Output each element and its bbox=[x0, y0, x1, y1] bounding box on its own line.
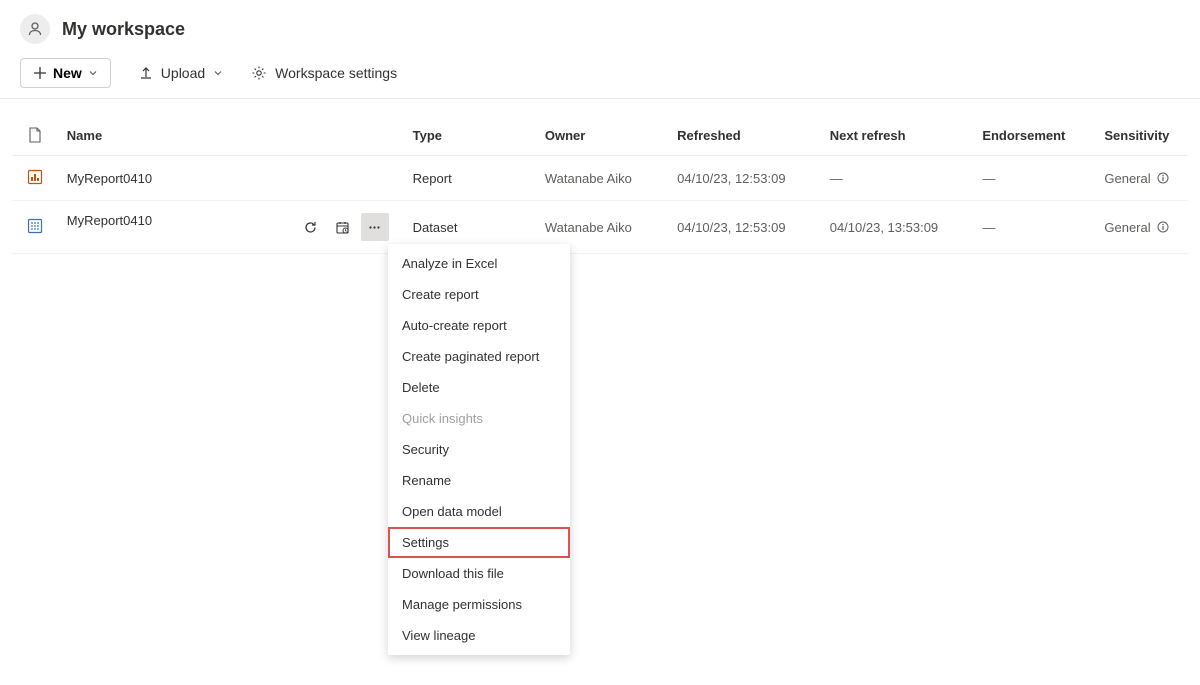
menu-create-report[interactable]: Create report bbox=[388, 279, 570, 310]
menu-analyze-in-excel[interactable]: Analyze in Excel bbox=[388, 248, 570, 279]
row-name[interactable]: MyReport0410 bbox=[59, 156, 405, 201]
workspace-settings-label: Workspace settings bbox=[275, 65, 397, 81]
new-button-label: New bbox=[53, 65, 82, 81]
col-type[interactable]: Type bbox=[405, 117, 537, 156]
menu-quick-insights: Quick insights bbox=[388, 403, 570, 434]
table-row[interactable]: MyReport0410 Report Watanabe Aiko 04/10/… bbox=[12, 156, 1188, 201]
menu-security[interactable]: Security bbox=[388, 434, 570, 465]
menu-rename[interactable]: Rename bbox=[388, 465, 570, 496]
row-name[interactable]: MyReport0410 bbox=[59, 201, 405, 254]
upload-button[interactable]: Upload bbox=[139, 65, 223, 81]
menu-settings[interactable]: Settings bbox=[388, 527, 570, 558]
info-icon[interactable] bbox=[1157, 221, 1169, 233]
col-next-refresh[interactable]: Next refresh bbox=[822, 117, 975, 156]
upload-icon bbox=[139, 66, 153, 80]
dataset-icon bbox=[26, 217, 44, 235]
refresh-now-button[interactable] bbox=[297, 213, 325, 241]
row-next-refresh: — bbox=[822, 156, 975, 201]
avatar bbox=[20, 14, 50, 44]
row-type: Report bbox=[405, 156, 537, 201]
workspace-settings-button[interactable]: Workspace settings bbox=[251, 65, 397, 81]
gear-icon bbox=[251, 65, 267, 81]
chevron-down-icon bbox=[213, 68, 223, 78]
more-horizontal-icon bbox=[367, 220, 382, 235]
schedule-refresh-button[interactable] bbox=[329, 213, 357, 241]
schedule-icon bbox=[335, 220, 350, 235]
row-refreshed: 04/10/23, 12:53:09 bbox=[669, 201, 822, 254]
new-button[interactable]: New bbox=[20, 58, 111, 88]
workspace-title: My workspace bbox=[62, 19, 185, 40]
row-sensitivity: General bbox=[1096, 201, 1188, 254]
row-endorsement: — bbox=[974, 156, 1096, 201]
menu-delete[interactable]: Delete bbox=[388, 372, 570, 403]
menu-create-paginated-report[interactable]: Create paginated report bbox=[388, 341, 570, 372]
refresh-icon bbox=[303, 220, 318, 235]
row-owner: Watanabe Aiko bbox=[537, 156, 669, 201]
workspace-header: My workspace bbox=[0, 0, 1200, 56]
info-icon[interactable] bbox=[1157, 172, 1169, 184]
document-icon bbox=[28, 127, 42, 143]
row-sensitivity: General bbox=[1096, 156, 1188, 201]
content-table: Name Type Owner Refreshed Next refresh E… bbox=[0, 99, 1200, 254]
menu-view-lineage[interactable]: View lineage bbox=[388, 620, 570, 651]
menu-download-this-file[interactable]: Download this file bbox=[388, 558, 570, 589]
upload-label: Upload bbox=[161, 65, 205, 81]
col-sensitivity[interactable]: Sensitivity bbox=[1096, 117, 1188, 156]
menu-open-data-model[interactable]: Open data model bbox=[388, 496, 570, 527]
col-owner[interactable]: Owner bbox=[537, 117, 669, 156]
row-type-icon bbox=[12, 156, 59, 201]
toolbar: New Upload Workspace settings bbox=[0, 56, 1200, 99]
row-next-refresh: 04/10/23, 13:53:09 bbox=[822, 201, 975, 254]
col-endorsement[interactable]: Endorsement bbox=[974, 117, 1096, 156]
chevron-down-icon bbox=[88, 68, 98, 78]
table-row[interactable]: MyReport0410 bbox=[12, 201, 1188, 254]
row-type-icon bbox=[12, 201, 59, 254]
col-refreshed[interactable]: Refreshed bbox=[669, 117, 822, 156]
row-refreshed: 04/10/23, 12:53:09 bbox=[669, 156, 822, 201]
col-icon bbox=[12, 117, 59, 156]
menu-manage-permissions[interactable]: Manage permissions bbox=[388, 589, 570, 620]
col-name[interactable]: Name bbox=[59, 117, 405, 156]
row-endorsement: — bbox=[974, 201, 1096, 254]
plus-icon bbox=[33, 66, 47, 80]
person-icon bbox=[27, 21, 43, 37]
more-options-button[interactable] bbox=[361, 213, 389, 241]
context-menu: Analyze in Excel Create report Auto-crea… bbox=[388, 244, 570, 655]
report-icon bbox=[26, 168, 44, 186]
table-header-row: Name Type Owner Refreshed Next refresh E… bbox=[12, 117, 1188, 156]
menu-auto-create-report[interactable]: Auto-create report bbox=[388, 310, 570, 341]
